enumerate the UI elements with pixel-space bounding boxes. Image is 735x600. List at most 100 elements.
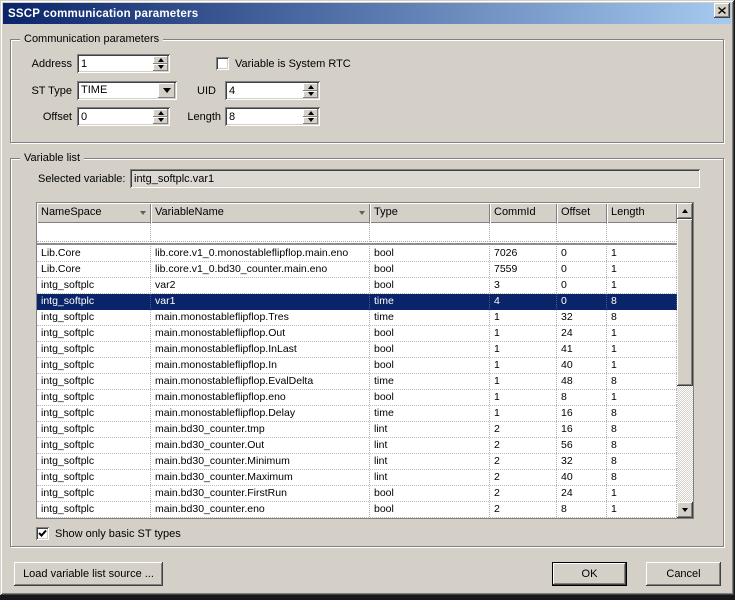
spin-up-button[interactable] bbox=[303, 83, 318, 91]
variable-table-content: NameSpace VariableName Type CommId Offset Len… bbox=[37, 203, 677, 518]
spin-down-button[interactable] bbox=[303, 91, 318, 99]
table-row[interactable]: intg_softplcmain.bd30_counter.Minimumlin… bbox=[37, 454, 677, 470]
table-cell: intg_softplc bbox=[37, 294, 151, 309]
filter-dropdown-icon[interactable] bbox=[140, 211, 146, 215]
rtc-checkbox[interactable] bbox=[216, 57, 229, 70]
table-cell: bool bbox=[370, 502, 490, 517]
table-cell: 48 bbox=[557, 374, 607, 389]
table-cell: 8 bbox=[557, 502, 607, 517]
close-icon bbox=[718, 7, 726, 14]
table-cell: intg_softplc bbox=[37, 470, 151, 485]
length-label: Length bbox=[160, 111, 221, 123]
close-button[interactable] bbox=[714, 3, 730, 18]
table-cell: bool bbox=[370, 358, 490, 373]
table-row[interactable]: Lib.Corelib.core.v1_0.bd30_counter.main.… bbox=[37, 262, 677, 278]
table-cell: bool bbox=[370, 278, 490, 293]
column-header-label: Type bbox=[374, 206, 398, 218]
selected-variable-label: Selected variable: bbox=[38, 173, 125, 185]
column-header-type[interactable]: Type bbox=[370, 203, 490, 223]
show-basic-checkbox-label: Show only basic ST types bbox=[55, 528, 181, 540]
st-type-value: TIME bbox=[81, 84, 107, 96]
table-row[interactable]: intg_softplcmain.bd30_counter.FirstRunbo… bbox=[37, 486, 677, 502]
table-cell: 1 bbox=[490, 406, 557, 421]
uid-input[interactable] bbox=[229, 84, 301, 97]
selected-variable-field bbox=[130, 169, 700, 188]
table-cell: 1 bbox=[490, 310, 557, 325]
table-row[interactable]: intg_softplcvar1time408 bbox=[37, 294, 677, 310]
column-header-namespace[interactable]: NameSpace bbox=[37, 203, 151, 223]
column-header-label: NameSpace bbox=[41, 206, 102, 218]
show-basic-checkbox[interactable] bbox=[36, 527, 49, 540]
table-row[interactable]: intg_softplcmain.bd30_counter.Maximumlin… bbox=[37, 470, 677, 486]
scroll-up-button[interactable] bbox=[677, 203, 693, 219]
spin-up-button[interactable] bbox=[153, 56, 168, 64]
column-header-offset[interactable]: Offset bbox=[557, 203, 607, 223]
table-cell: intg_softplc bbox=[37, 454, 151, 469]
table-row[interactable]: intg_softplcmain.monostableflipflop.Inbo… bbox=[37, 358, 677, 374]
scroll-down-icon bbox=[682, 508, 688, 512]
table-cell: 8 bbox=[607, 374, 677, 389]
offset-input[interactable] bbox=[81, 110, 151, 123]
table-row[interactable]: Lib.Corelib.core.v1_0.monostableflipflop… bbox=[37, 246, 677, 262]
scroll-down-button[interactable] bbox=[677, 502, 693, 518]
vertical-scrollbar[interactable] bbox=[677, 203, 693, 518]
column-header-length[interactable]: Length bbox=[607, 203, 677, 223]
table-cell: 1 bbox=[490, 390, 557, 405]
column-header-label: VariableName bbox=[155, 206, 224, 218]
table-cell: 8 bbox=[607, 422, 677, 437]
table-cell: 1 bbox=[490, 358, 557, 373]
selected-variable-input[interactable] bbox=[134, 172, 696, 185]
scrollbar-thumb[interactable] bbox=[677, 219, 693, 386]
table-row[interactable]: intg_softplcmain.monostableflipflop.Dela… bbox=[37, 406, 677, 422]
column-header-variablename[interactable]: VariableName bbox=[151, 203, 370, 223]
column-header-label: CommId bbox=[494, 206, 536, 218]
column-header-commid[interactable]: CommId bbox=[490, 203, 557, 223]
st-type-label: ST Type bbox=[8, 85, 72, 97]
filter-cell bbox=[370, 223, 490, 242]
table-cell: lint bbox=[370, 454, 490, 469]
table-cell: intg_softplc bbox=[37, 438, 151, 453]
table-row[interactable]: intg_softplcmain.bd30_counter.enobool281 bbox=[37, 502, 677, 518]
table-row[interactable]: intg_softplcmain.monostableflipflop.Outb… bbox=[37, 326, 677, 342]
table-filter-row bbox=[37, 223, 677, 242]
table-cell: time bbox=[370, 310, 490, 325]
table-cell: main.monostableflipflop.Out bbox=[151, 326, 370, 341]
spin-down-button[interactable] bbox=[153, 64, 168, 72]
scroll-up-icon bbox=[682, 209, 688, 213]
table-cell: intg_softplc bbox=[37, 310, 151, 325]
ok-button[interactable]: OK bbox=[552, 562, 627, 586]
load-variable-list-source-button[interactable]: Load variable list source ... bbox=[14, 562, 163, 586]
table-row[interactable]: intg_softplcmain.bd30_counter.Outlint256… bbox=[37, 438, 677, 454]
spin-up-icon bbox=[308, 111, 314, 115]
length-spinner bbox=[303, 109, 318, 124]
uid-spinner bbox=[303, 83, 318, 98]
spin-down-button[interactable] bbox=[303, 117, 318, 125]
table-cell: 1 bbox=[607, 502, 677, 517]
spin-up-button[interactable] bbox=[303, 109, 318, 117]
spin-up-icon bbox=[158, 58, 164, 62]
cancel-button[interactable]: Cancel bbox=[646, 562, 721, 586]
table-cell: lint bbox=[370, 438, 490, 453]
titlebar: SSCP communication parameters bbox=[3, 3, 731, 24]
table-row[interactable]: intg_softplcmain.monostableflipflop.InLa… bbox=[37, 342, 677, 358]
table-cell: 1 bbox=[490, 342, 557, 357]
table-cell: 56 bbox=[557, 438, 607, 453]
table-row[interactable]: intg_softplcmain.bd30_counter.tmplint216… bbox=[37, 422, 677, 438]
length-input[interactable] bbox=[229, 110, 301, 123]
table-cell: 8 bbox=[607, 294, 677, 309]
offset-field bbox=[77, 107, 170, 126]
table-row[interactable]: intg_softplcmain.monostableflipflop.enob… bbox=[37, 390, 677, 406]
filter-dropdown-icon[interactable] bbox=[359, 211, 365, 215]
table-cell: main.bd30_counter.tmp bbox=[151, 422, 370, 437]
table-cell: 4 bbox=[490, 294, 557, 309]
table-row[interactable]: intg_softplcvar2bool301 bbox=[37, 278, 677, 294]
address-input[interactable] bbox=[81, 57, 151, 70]
table-cell: main.monostableflipflop.Delay bbox=[151, 406, 370, 421]
table-cell: main.monostableflipflop.In bbox=[151, 358, 370, 373]
uid-field bbox=[225, 81, 320, 100]
table-cell: main.bd30_counter.FirstRun bbox=[151, 486, 370, 501]
column-header-label: Offset bbox=[561, 206, 590, 218]
table-row[interactable]: intg_softplcmain.monostableflipflop.Eval… bbox=[37, 374, 677, 390]
table-row[interactable]: intg_softplcmain.monostableflipflop.Tres… bbox=[37, 310, 677, 326]
table-cell: intg_softplc bbox=[37, 422, 151, 437]
